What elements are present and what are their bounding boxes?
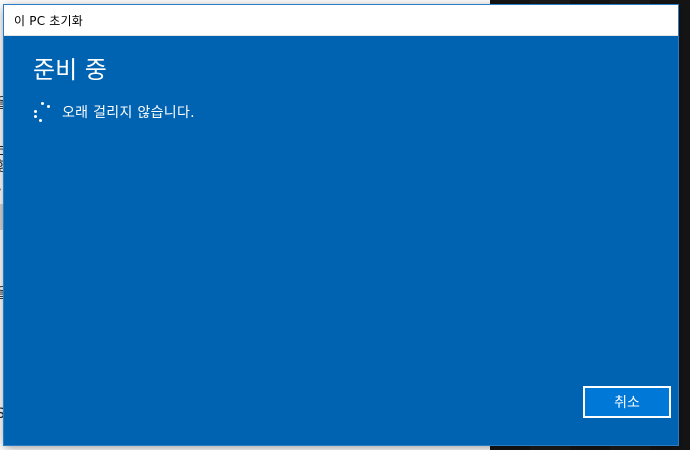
reset-pc-dialog: 이 PC 초기화 준비 중 오래 걸리지 않습니다. 취소 — [4, 5, 678, 445]
spinner-dot — [41, 102, 44, 105]
page-title: 준비 중 — [33, 56, 107, 84]
spinner-dot — [39, 119, 42, 122]
spinner-dot — [34, 115, 37, 118]
dialog-content: 준비 중 오래 걸리지 않습니다. 취소 — [4, 36, 678, 445]
background-text-fragment: \ — [0, 178, 1, 192]
status-row: 오래 걸리지 않습니다. — [33, 102, 195, 122]
spinner-dot — [47, 105, 50, 108]
status-text: 오래 걸리지 않습니다. — [62, 105, 195, 121]
spinner-dot — [34, 110, 37, 113]
cancel-button[interactable]: 취소 — [583, 386, 671, 418]
dialog-titlebar[interactable]: 이 PC 초기화 — [4, 5, 678, 36]
loading-spinner-icon — [33, 102, 53, 122]
dialog-title: 이 PC 초기화 — [14, 13, 84, 28]
